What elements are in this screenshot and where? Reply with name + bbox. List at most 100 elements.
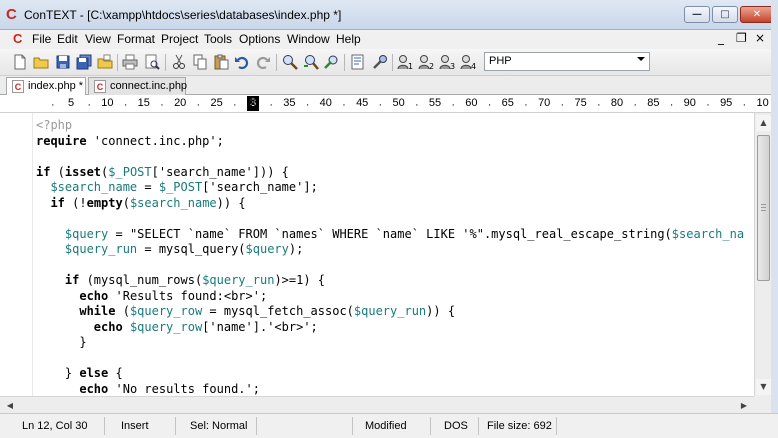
maximize-button[interactable]: □ (712, 6, 738, 23)
svg-text:3: 3 (450, 62, 455, 70)
window-border (771, 0, 778, 438)
chevron-down-icon[interactable] (637, 57, 645, 61)
menu-help[interactable]: Help (336, 32, 361, 46)
print-preview-icon[interactable] (144, 54, 160, 70)
ruler-tick: · (305, 99, 310, 111)
save-icon[interactable] (55, 54, 71, 70)
menu-file[interactable]: File (32, 32, 51, 46)
ruler-tick: · (123, 99, 128, 111)
tab-connect-inc-php[interactable]: C connect.inc.php (88, 77, 187, 95)
find-next-icon[interactable] (303, 54, 319, 70)
ruler-number: 55 (428, 97, 442, 109)
menu-project[interactable]: Project (161, 32, 198, 46)
user-command-3-icon[interactable]: 3 (439, 54, 455, 70)
print-icon[interactable] (122, 54, 138, 70)
document-close-button[interactable]: × (755, 31, 765, 45)
code-line: $search_name = $_POST['search_name']; (50, 180, 318, 194)
ruler-number: 20 (174, 97, 187, 109)
find-icon[interactable] (282, 54, 298, 70)
code-editor[interactable]: <?php require 'connect.inc.php'; if (isset… (0, 113, 754, 396)
new-file-icon[interactable] (12, 54, 28, 70)
menu-view[interactable]: View (85, 32, 111, 46)
undo-icon[interactable] (234, 54, 250, 70)
ruler-tick: · (487, 99, 492, 111)
copy-icon[interactable] (192, 54, 208, 70)
tab-label: index.php * (28, 80, 84, 92)
ruler-number: 40 (319, 97, 332, 109)
ruler-number: 35 (283, 97, 296, 109)
ruler-number: 50 (392, 97, 405, 109)
highlighter-value: PHP (489, 55, 512, 67)
scroll-down-icon[interactable]: ▼ (756, 379, 771, 395)
modified-status: Modified (365, 420, 407, 432)
toolbar-separator (392, 54, 393, 71)
ruler-number: 5 (67, 97, 75, 109)
menu-window[interactable]: Window (287, 32, 330, 46)
user-command-4-icon[interactable]: 4 (460, 54, 476, 70)
ruler-number: 80 (610, 97, 624, 109)
svg-text:1: 1 (408, 62, 413, 70)
ruler-tick: · (596, 99, 601, 111)
line-endings: DOS (444, 420, 468, 432)
php-file-icon: C (94, 80, 106, 93)
ruler-number: 70 (538, 97, 551, 109)
file-tab-bar: C index.php * C connect.inc.php (0, 76, 778, 96)
ruler-tick: · (87, 99, 92, 111)
menu-bar: C File Edit View Format Project Tools Op… (0, 30, 778, 49)
toolbar-separator (117, 54, 118, 71)
code-line: $query_run = mysql_query($query); (64, 242, 304, 256)
ruler-tick: · (342, 99, 346, 111)
scroll-left-icon[interactable]: ◀ (2, 398, 18, 413)
document-restore-button[interactable]: ❐ (736, 31, 747, 45)
horizontal-scrollbar[interactable]: ◀ ▶ (0, 396, 754, 413)
ruler-number: 15 (137, 97, 150, 109)
menu-edit[interactable]: Edit (57, 32, 78, 46)
redo-icon[interactable] (255, 54, 271, 70)
code-line: <?php (36, 118, 73, 132)
replace-icon[interactable] (324, 54, 340, 70)
column-ruler: 3 5 · 10 · 15 · 20 · 25 · 30 · 35 · 40 · 45 · 50 · 55 · 60 · 65 ·… (0, 95, 778, 113)
paste-icon[interactable] (213, 54, 229, 70)
scroll-right-icon[interactable]: ▶ (736, 398, 752, 413)
document-menu-icon[interactable]: C (13, 32, 26, 46)
ruler-number: 60 (465, 97, 478, 109)
close-button[interactable]: ✕ (740, 6, 774, 23)
toolbar-separator (344, 54, 345, 71)
open-folder-icon[interactable] (33, 54, 49, 70)
code-line: if (mysql_num_rows($query_run)>=1) { (64, 273, 326, 287)
cut-icon[interactable] (171, 54, 187, 70)
ruler-tick: · (742, 99, 747, 111)
menu-options[interactable]: Options (239, 32, 280, 46)
tool-icon[interactable] (372, 54, 388, 70)
highlighter-select[interactable]: PHP (484, 52, 650, 71)
tab-index-php[interactable]: C index.php * (6, 77, 86, 96)
ruler-tick: · (50, 99, 55, 111)
ruler-number: 95 (720, 97, 733, 109)
user-command-1-icon[interactable]: 1 (397, 54, 413, 70)
svg-text:2: 2 (429, 62, 434, 70)
ruler-tick: · (414, 99, 419, 111)
insert-mode: Insert (121, 420, 149, 432)
minimize-button[interactable]: — (684, 6, 710, 23)
ruler-number: 30 (246, 97, 260, 109)
ruler-tick: · (451, 99, 456, 111)
open-project-icon[interactable] (97, 54, 113, 70)
vertical-scrollbar[interactable]: ▲ ▼ (754, 113, 771, 396)
menu-format[interactable]: Format (117, 32, 155, 46)
user-command-2-icon[interactable]: 2 (418, 54, 434, 70)
menu-tools[interactable]: Tools (204, 32, 232, 46)
vertical-scroll-thumb[interactable] (757, 135, 770, 281)
ruler-tick: · (706, 99, 710, 111)
code-line: } (36, 335, 87, 349)
file-properties-icon[interactable] (350, 54, 366, 70)
ruler-tick: · (669, 99, 674, 111)
gutter-divider (32, 113, 33, 396)
toolbar: 1 2 3 4 PHP (0, 49, 778, 76)
save-all-icon[interactable] (76, 54, 92, 70)
document-minimize-button[interactable]: _ (718, 31, 724, 45)
scroll-up-icon[interactable]: ▲ (756, 115, 771, 131)
toolbar-separator (165, 54, 166, 71)
selection-mode: Sel: Normal (190, 420, 248, 432)
ruler-tick: · (160, 99, 164, 111)
context-app-icon[interactable]: C (6, 7, 20, 23)
